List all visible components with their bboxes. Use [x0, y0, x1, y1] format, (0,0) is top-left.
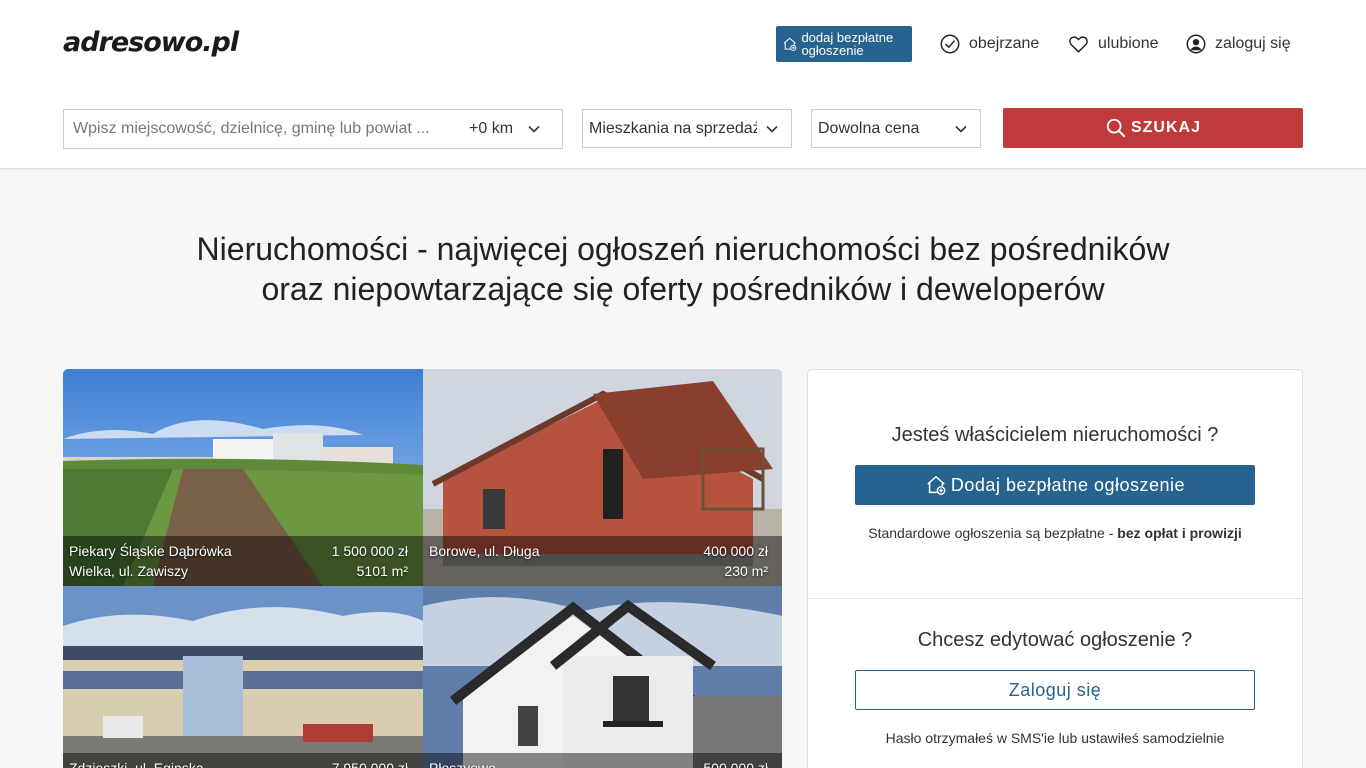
listing-location: Borowe, ul. Długa [429, 543, 540, 559]
listing-location: Piekary Śląskie Dąbrówka Wielka, ul. Zaw… [69, 543, 232, 579]
nav-login-label: zaloguj się [1215, 35, 1291, 52]
nav-favorites[interactable]: ulubione [1067, 31, 1159, 57]
listing-price: 500 000 zł [703, 760, 768, 768]
site-logo[interactable]: adresowo.pl [63, 27, 239, 58]
price-value: Dowolna cena [818, 119, 920, 137]
listing-location: Zdzieszki, ul. Egipska [69, 760, 204, 768]
login-button[interactable]: Zaloguj się [855, 670, 1255, 710]
location-search-input[interactable] [64, 120, 459, 138]
listing-card[interactable]: Borowe, ul. Długa 400 000 zł 230 m² [423, 369, 782, 586]
price-select[interactable]: Dowolna cena [811, 109, 981, 148]
add-free-listing-label: Dodaj bezpłatne ogłoszenie [950, 474, 1186, 495]
page-title-line-2: oraz niepowtarzające się oferty pośredni… [261, 271, 1105, 307]
search-icon [1106, 118, 1126, 138]
owner-note-bold: bez opłat i prowizji [1117, 525, 1242, 541]
featured-listings-grid: Piekary Śląskie Dąbrówka Wielka, ul. Zaw… [63, 369, 782, 768]
nav-favorites-label: ulubione [1098, 35, 1159, 52]
property-type-select[interactable]: Mieszkania na sprzedaż [582, 109, 792, 148]
edit-note: Hasło otrzymałeś w SMS'ie lub ustawiłeś … [885, 730, 1225, 746]
add-free-listing-button[interactable]: Dodaj bezpłatne ogłoszenie [855, 465, 1255, 505]
add-listing-button[interactable]: dodaj bezpłatne ogłoszenie [776, 26, 912, 62]
listing-photo-commercial-building [63, 586, 423, 768]
listing-card[interactable]: Zdzieszki, ul. Egipska 7 950 000 zł [63, 586, 423, 768]
heart-icon [1069, 36, 1088, 53]
nav-watched-label: obejrzane [969, 35, 1040, 52]
listing-card[interactable]: Płoszyewo 500 000 zł [423, 586, 782, 768]
check-circle-icon [940, 34, 960, 54]
owner-panel: Jesteś właścicielem nieruchomości ? Doda… [807, 369, 1303, 768]
chevron-down-icon [955, 125, 967, 133]
listing-info: Borowe, ul. Długa 400 000 zł 230 m² [423, 536, 782, 586]
site-header: adresowo.pl dodaj bezpłatne ogłoszenie o… [0, 0, 1366, 169]
house-plus-icon [783, 37, 797, 51]
owner-heading: Jesteś właścicielem nieruchomości ? [891, 424, 1219, 446]
listing-info: Płoszyewo 500 000 zł [423, 753, 782, 768]
listing-info: Piekary Śląskie Dąbrówka Wielka, ul. Zaw… [63, 536, 423, 586]
listing-area: 5101 m² [356, 563, 408, 579]
owner-note-text: Standardowe ogłoszenia są bezpłatne - [868, 525, 1118, 541]
property-type-value: Mieszkania na sprzedaż [589, 119, 757, 137]
listing-price: 7 950 000 zł [331, 760, 408, 768]
radius-select[interactable]: +0 km [469, 120, 513, 138]
listing-photo-white-house [423, 586, 782, 768]
add-listing-label: dodaj bezpłatne ogłoszenie [801, 30, 894, 58]
listing-price: 1 500 000 zł [331, 543, 408, 559]
listing-card[interactable]: Piekary Śląskie Dąbrówka Wielka, ul. Zaw… [63, 369, 423, 586]
search-button-label: SZUKAJ [1130, 119, 1201, 136]
listing-location: Płoszyewo [429, 760, 496, 768]
page-title: Nieruchomości - najwięcej ogłoszeń nieru… [0, 229, 1366, 309]
nav-login[interactable]: zaloguj się [1185, 31, 1291, 57]
panel-divider [808, 598, 1302, 599]
owner-note: Standardowe ogłoszenia są bezpłatne - be… [808, 525, 1302, 541]
edit-heading: Chcesz edytować ogłoszenie ? [917, 629, 1193, 651]
search-button[interactable]: SZUKAJ [1003, 108, 1303, 148]
chevron-down-icon [766, 125, 778, 133]
nav-watched[interactable]: obejrzane [939, 31, 1039, 57]
page-title-line-1: Nieruchomości - najwięcej ogłoszeń nieru… [196, 231, 1170, 267]
chevron-down-icon[interactable] [527, 122, 541, 136]
listing-info: Zdzieszki, ul. Egipska 7 950 000 zł [63, 753, 423, 768]
house-plus-icon [927, 476, 946, 495]
user-circle-icon [1186, 34, 1206, 54]
listing-price: 400 000 zł [703, 543, 768, 559]
location-search-box: +0 km [63, 109, 563, 149]
listing-area: 230 m² [724, 563, 768, 579]
